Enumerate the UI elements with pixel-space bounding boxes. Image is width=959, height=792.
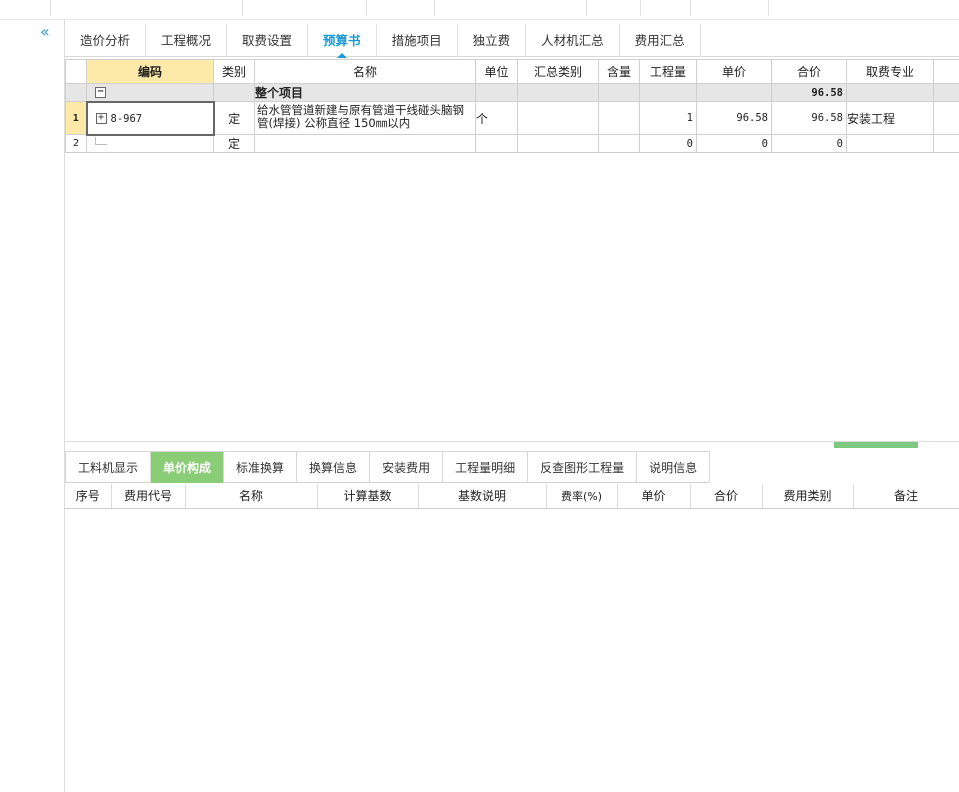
header-content[interactable]: 含量 (598, 59, 640, 84)
tab-labor-material-display[interactable]: 工料机显示 (65, 451, 152, 483)
group-total: 96.58 (771, 83, 847, 102)
header-base-description[interactable]: 基数说明 (418, 484, 547, 509)
row-code-cell[interactable] (86, 134, 214, 153)
table-row[interactable]: 2 定 0 0 0 (65, 134, 959, 153)
header-fee-specialty[interactable]: 取费专业 (846, 59, 934, 84)
main-tabs: 造价分析 工程概况 取费设置 预算书 措施项目 独立费 人材机汇总 费用汇总 (65, 24, 959, 58)
tab-labor-material-summary[interactable]: 人材机汇总 (526, 24, 620, 57)
row-unit-price[interactable]: 96.58 (696, 101, 772, 135)
tab-description-info[interactable]: 说明信息 (637, 451, 711, 483)
left-panel: « (0, 20, 65, 792)
header-total-price[interactable]: 合价 (771, 59, 847, 84)
row-summary-category[interactable] (517, 101, 599, 135)
header-summary-category[interactable]: 汇总类别 (517, 59, 599, 84)
table-row[interactable]: 1 +8-967 定 给水管管道新建与原有管道干线碰头脑钢管(焊接) 公称直径 … (65, 100, 959, 136)
row-unit[interactable]: 个 (475, 101, 518, 135)
group-toggle-cell: − (86, 83, 214, 102)
header-name[interactable]: 名称 (254, 59, 476, 84)
tab-project-overview[interactable]: 工程概况 (146, 24, 228, 57)
row-index[interactable]: 2 (65, 134, 87, 153)
row-unit[interactable] (475, 134, 518, 153)
header-unit-price[interactable]: 单价 (617, 484, 691, 509)
tab-measures[interactable]: 措施项目 (377, 24, 458, 57)
grid-header-row: 编码 类别 名称 单位 汇总类别 含量 工程量 单价 合价 取费专业 (65, 59, 959, 84)
row-content[interactable] (598, 101, 640, 135)
collapse-sidebar-icon[interactable]: « (40, 24, 50, 40)
header-seq[interactable]: 序号 (65, 484, 112, 509)
header-extra (933, 59, 959, 84)
tab-standard-conversion[interactable]: 标准换算 (224, 451, 298, 483)
header-unit[interactable]: 单位 (475, 59, 518, 84)
panel-splitter[interactable] (65, 441, 959, 448)
header-name[interactable]: 名称 (185, 484, 318, 509)
row-code-cell[interactable]: +8-967 (85, 100, 215, 136)
row-unit-price[interactable]: 0 (696, 134, 772, 153)
header-total-price[interactable]: 合价 (690, 484, 763, 509)
row-total-price[interactable]: 0 (771, 134, 847, 153)
row-quantity[interactable]: 0 (639, 134, 697, 153)
collapse-icon[interactable]: − (95, 87, 106, 99)
tab-quantity-detail[interactable]: 工程量明细 (443, 451, 529, 483)
tab-fee-summary[interactable]: 费用汇总 (620, 24, 701, 57)
row-total-price[interactable]: 96.58 (771, 101, 847, 135)
header-code[interactable]: 编码 (86, 59, 214, 84)
row-quantity[interactable]: 1 (639, 101, 697, 135)
row-type[interactable]: 定 (213, 134, 255, 153)
group-name: 整个项目 (254, 83, 476, 102)
header-rate[interactable]: 费率(%) (546, 484, 618, 509)
tab-cost-analysis[interactable]: 造价分析 (65, 24, 147, 57)
tree-line (95, 136, 107, 145)
group-row[interactable]: − 整个项目 96.58 (65, 83, 959, 102)
row-index[interactable]: 1 (65, 101, 87, 135)
tab-reverse-graphic-quantity[interactable]: 反查图形工程量 (528, 451, 638, 483)
tab-fee-settings[interactable]: 取费设置 (227, 24, 309, 57)
expand-icon[interactable]: + (95, 113, 107, 124)
row-code: 8-967 (110, 113, 143, 125)
tab-unit-price-composition[interactable]: 单价构成 (151, 451, 225, 483)
price-composition-grid: 序号 费用代号 名称 计算基数 基数说明 费率(%) 单价 合价 费用类别 备注 (65, 484, 959, 509)
row-summary-category[interactable] (517, 134, 599, 153)
row-fee-specialty[interactable]: 安装工程 (846, 101, 934, 135)
row-fee-specialty[interactable] (846, 134, 934, 153)
header-quantity[interactable]: 工程量 (639, 59, 697, 84)
header-fee-code[interactable]: 费用代号 (111, 484, 186, 509)
header-unit-price[interactable]: 单价 (696, 59, 772, 84)
top-toolbar-strip (0, 0, 959, 20)
budget-grid: 编码 类别 名称 单位 汇总类别 含量 工程量 单价 合价 取费专业 − 整个项… (65, 59, 959, 153)
header-index (65, 59, 87, 84)
header-type[interactable]: 类别 (213, 59, 255, 84)
splitter-handle[interactable] (834, 442, 918, 448)
header-remarks[interactable]: 备注 (853, 484, 959, 509)
group-index (65, 83, 87, 102)
group-type (213, 83, 255, 102)
header-calc-base[interactable]: 计算基数 (317, 484, 419, 509)
tab-installation-fee[interactable]: 安装费用 (370, 451, 444, 483)
row-name[interactable]: 给水管管道新建与原有管道干线碰头脑钢管(焊接) 公称直径 150㎜以内 (254, 101, 476, 135)
header-fee-category[interactable]: 费用类别 (762, 484, 854, 509)
bottom-tabs: 工料机显示 单价构成 标准换算 换算信息 安装费用 工程量明细 反查图形工程量 … (65, 451, 711, 483)
row-name[interactable] (254, 134, 476, 153)
bottom-grid-header-row: 序号 费用代号 名称 计算基数 基数说明 费率(%) 单价 合价 费用类别 备注 (65, 484, 959, 509)
tab-conversion-info[interactable]: 换算信息 (297, 451, 371, 483)
tab-budget-book[interactable]: 预算书 (308, 24, 377, 58)
row-type[interactable]: 定 (213, 101, 255, 135)
tab-independent-fee[interactable]: 独立费 (458, 24, 527, 57)
row-content[interactable] (598, 134, 640, 153)
